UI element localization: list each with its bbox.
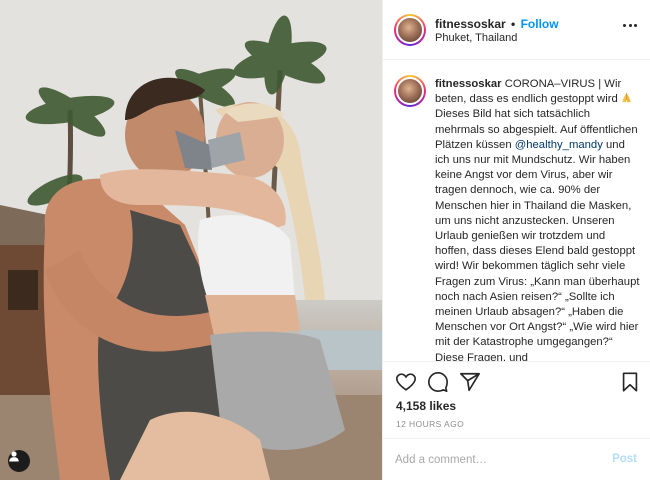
more-options-icon[interactable] bbox=[623, 24, 637, 28]
comment-icon bbox=[428, 372, 448, 392]
caption-text: fitnessoskar CORONA–VIRUS | Wir beten, d… bbox=[435, 77, 642, 361]
mention-link[interactable]: @healthy_mandy bbox=[515, 139, 603, 151]
folded-hands-icon bbox=[622, 93, 631, 103]
direct-send-icon bbox=[460, 372, 480, 392]
comment-bar: Post bbox=[383, 438, 650, 480]
post-comment-button[interactable]: Post bbox=[612, 453, 637, 465]
photo-scene bbox=[0, 0, 382, 480]
comment-input[interactable] bbox=[395, 451, 595, 469]
person-icon bbox=[9, 451, 19, 462]
caption-avatar[interactable] bbox=[394, 75, 426, 107]
caption-section: fitnessoskar CORONA–VIRUS | Wir beten, d… bbox=[383, 61, 650, 361]
heart-icon bbox=[396, 373, 416, 391]
avatar[interactable] bbox=[394, 14, 426, 46]
share-button[interactable] bbox=[459, 371, 481, 393]
separator-dot: • bbox=[511, 17, 516, 31]
post-photo[interactable] bbox=[0, 0, 382, 480]
post-timestamp[interactable]: 12 HOURS AGO bbox=[396, 419, 464, 429]
save-button[interactable] bbox=[619, 371, 641, 393]
header-user-line: fitnessoskar • Follow bbox=[435, 17, 559, 31]
username-link[interactable]: fitnessoskar bbox=[435, 17, 506, 31]
post-header: fitnessoskar • Follow Phuket, Thailand bbox=[383, 0, 650, 60]
bookmark-icon bbox=[622, 372, 638, 392]
tagged-users-button[interactable] bbox=[8, 450, 30, 472]
caption-username[interactable]: fitnessoskar bbox=[435, 78, 502, 90]
comment-button[interactable] bbox=[427, 371, 449, 393]
location-link[interactable]: Phuket, Thailand bbox=[435, 32, 517, 44]
likes-count[interactable]: 4,158 likes bbox=[396, 399, 456, 413]
caption-part-3: und ich uns nur mit Mundschutz. Wir habe… bbox=[435, 138, 640, 361]
post-side-panel: fitnessoskar • Follow Phuket, Thailand f… bbox=[382, 0, 650, 480]
follow-button[interactable]: Follow bbox=[521, 17, 559, 31]
like-button[interactable] bbox=[395, 371, 417, 393]
